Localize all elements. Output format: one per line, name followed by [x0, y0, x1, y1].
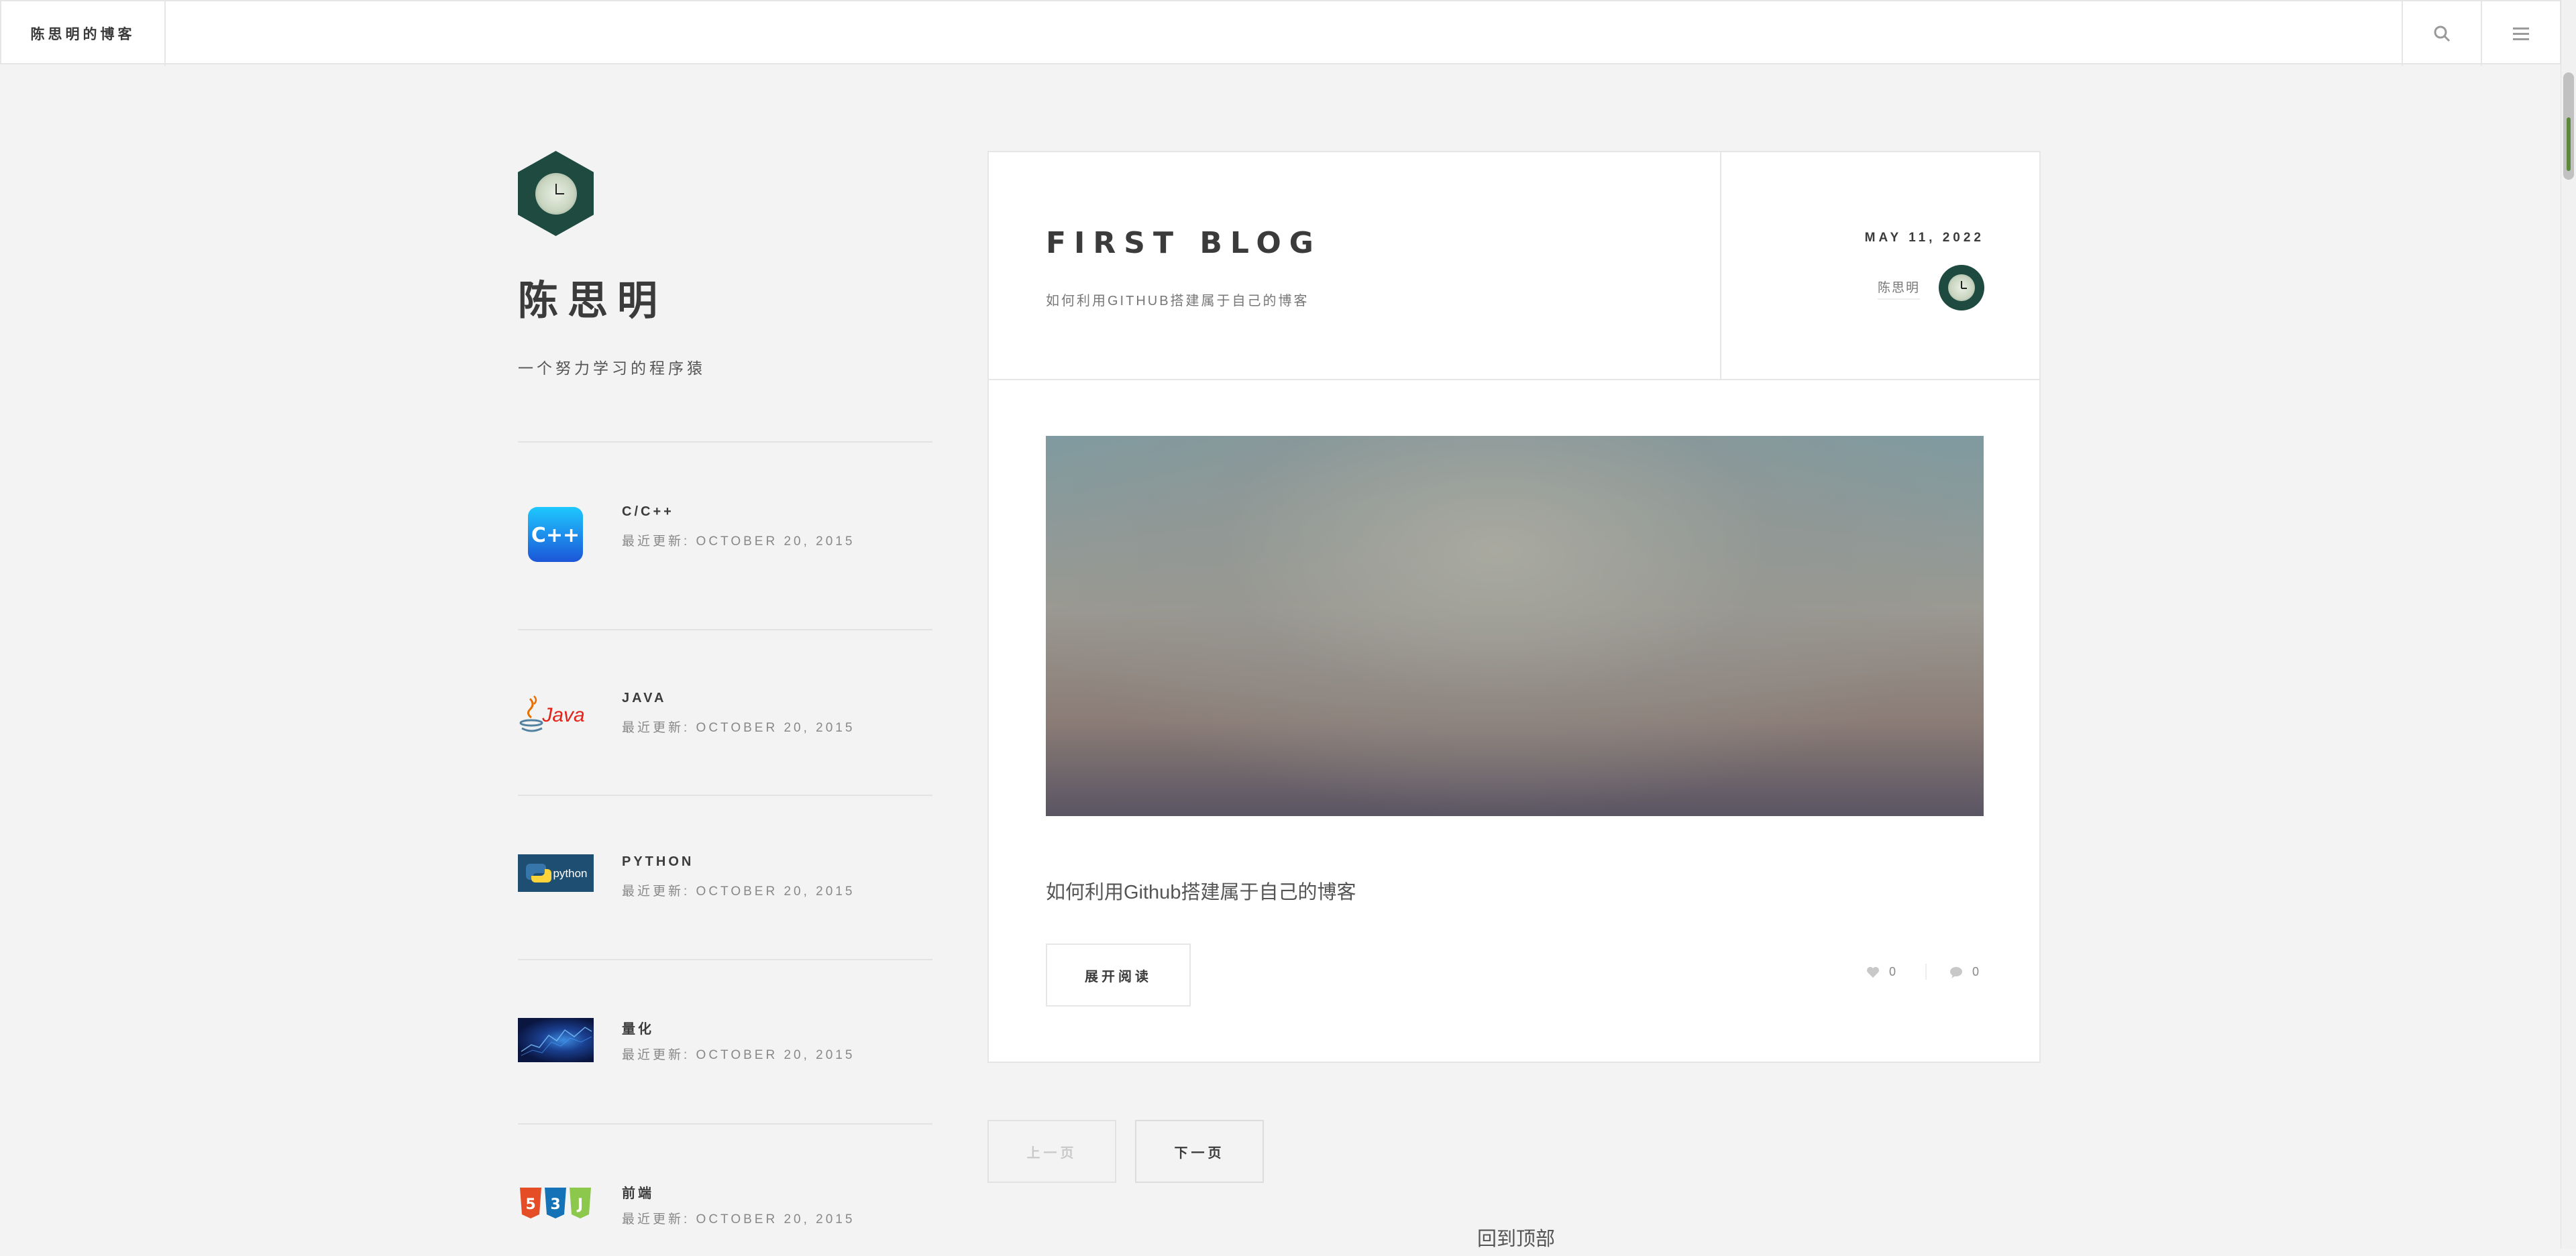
like-count: 0 [1889, 965, 1896, 978]
java-logo-icon: Java [518, 691, 594, 738]
sidebar-item-title[interactable]: 前端 [622, 1182, 654, 1202]
svg-text:python: python [553, 867, 587, 880]
svg-text:3: 3 [550, 1196, 560, 1213]
post-title[interactable]: FIRST BLOG [1046, 226, 1322, 260]
sidebar-item-meta: 最近更新: OCTOBER 20, 2015 [622, 884, 855, 899]
sidebar-item-python[interactable]: python PYTHON 最近更新: OCTOBER 20, 2015 [518, 854, 932, 928]
sidebar-item-title[interactable]: C/C++ [622, 504, 674, 520]
page-scrollbar[interactable] [2561, 0, 2576, 1249]
sidebar-item-meta: 最近更新: OCTOBER 20, 2015 [622, 1212, 855, 1226]
back-to-top-link[interactable]: 回到顶部 [1477, 1223, 1555, 1251]
sidebar-item-meta: 最近更新: OCTOBER 20, 2015 [622, 1048, 855, 1062]
search-icon [2434, 25, 2451, 42]
search-button[interactable] [2402, 1, 2481, 66]
sidebar-divider [518, 959, 932, 960]
post-card: FIRST BLOG 如何利用GITHUB搭建属于自己的博客 MAY 11, 2… [987, 151, 2041, 1063]
sidebar-item-meta: 最近更新: OCTOBER 20, 2015 [622, 534, 855, 549]
sidebar-item-title[interactable]: JAVA [622, 691, 666, 706]
like-button[interactable]: 0 [1866, 965, 1896, 979]
post-author[interactable]: 陈思明 [1877, 278, 1920, 300]
card-header-divider [989, 379, 2039, 380]
clock-icon [1948, 274, 1975, 301]
comment-icon [1950, 966, 1962, 978]
menu-button[interactable] [2481, 1, 2560, 66]
clock-icon [535, 172, 577, 215]
author-bio: 一个努力学习的程序猿 [518, 359, 706, 377]
sidebar-item-frontend[interactable]: 5 3 J 前端 最近更新: OCTOBER 20, 2015 [518, 1182, 932, 1256]
python-logo-icon: python [518, 854, 594, 892]
blog-brand[interactable]: 陈思明的博客 [1, 1, 166, 66]
sidebar-item-cpp[interactable]: C++ C/C++ 最近更新: OCTOBER 20, 2015 [518, 504, 932, 578]
next-page-button[interactable]: 下一页 [1135, 1120, 1264, 1183]
comment-button[interactable]: 0 [1949, 965, 1979, 979]
author-avatar[interactable] [518, 151, 594, 236]
sidebar-item-title[interactable]: 量化 [622, 1018, 654, 1037]
cpp-logo-icon: C++ [518, 504, 594, 565]
heart-icon [1867, 966, 1879, 978]
svg-text:5: 5 [525, 1196, 535, 1213]
scrollbar-marker [2567, 117, 2571, 171]
sidebar-divider [518, 441, 932, 443]
quant-image-icon [518, 1018, 594, 1062]
stat-divider [1925, 964, 1927, 980]
post-subtitle: 如何利用GITHUB搭建属于自己的博客 [1046, 294, 1309, 308]
author-name: 陈思明 [518, 278, 667, 323]
sidebar-divider [518, 795, 932, 796]
svg-text:Java: Java [541, 704, 584, 726]
sidebar-item-meta: 最近更新: OCTOBER 20, 2015 [622, 721, 855, 735]
post-date: MAY 11, 2022 [1864, 231, 1984, 245]
read-more-button[interactable]: 展开阅读 [1046, 944, 1191, 1007]
prev-page-button[interactable]: 上一页 [987, 1120, 1116, 1183]
svg-text:C++: C++ [531, 524, 580, 547]
comment-count: 0 [1972, 965, 1980, 978]
top-navbar: 陈思明的博客 [0, 0, 2561, 66]
sidebar-item-quant[interactable]: 量化 最近更新: OCTOBER 20, 2015 [518, 1018, 932, 1092]
sidebar-divider [518, 1123, 932, 1125]
post-excerpt: 如何利用Github搭建属于自己的博客 [1046, 882, 1356, 903]
card-header-divider [1720, 152, 1721, 379]
sidebar-item-title[interactable]: PYTHON [622, 854, 694, 870]
sidebar-divider [518, 629, 932, 630]
svg-text:J: J [576, 1196, 583, 1213]
post-author-avatar[interactable] [1939, 265, 1984, 310]
post-cover-image[interactable] [1046, 436, 1984, 816]
menu-icon [2513, 27, 2529, 40]
html-css-js-logo-icon: 5 3 J [518, 1182, 594, 1222]
sidebar-item-java[interactable]: Java JAVA 最近更新: OCTOBER 20, 2015 [518, 691, 932, 764]
